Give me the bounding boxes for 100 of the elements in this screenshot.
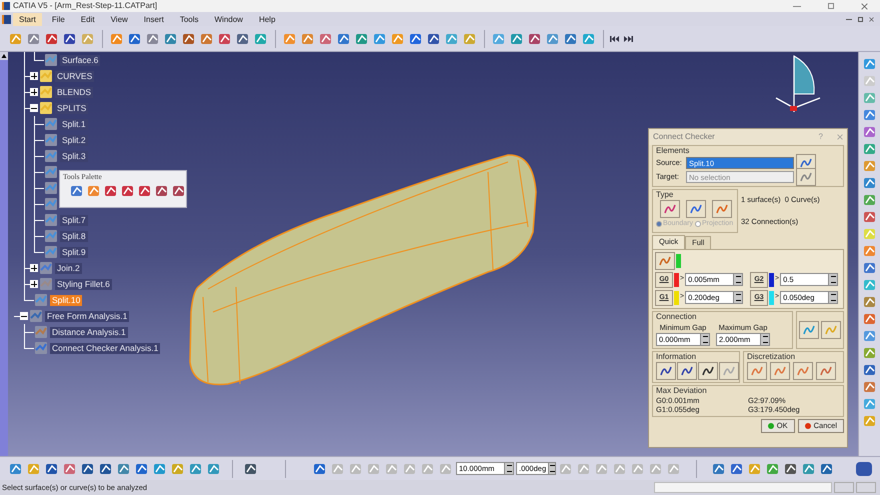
menu-item[interactable]: Tools	[174, 12, 204, 26]
tool-icon[interactable]	[862, 124, 878, 140]
tree-item[interactable]: Split.9	[60, 246, 88, 258]
tool-icon[interactable]	[103, 183, 119, 199]
expand-toggle[interactable]	[30, 264, 38, 272]
tool-icon[interactable]	[862, 311, 878, 327]
tree-item[interactable]: SPLITS	[55, 102, 88, 114]
feature-icon	[44, 117, 58, 131]
tree-item[interactable]: Split.2	[60, 134, 88, 146]
document-icon	[2, 14, 11, 24]
tool-icon[interactable]	[69, 183, 85, 199]
menu-item[interactable]: Start	[13, 12, 42, 26]
tree-item[interactable]: Split.3	[60, 150, 88, 162]
tool-icon[interactable]	[154, 183, 170, 199]
menu-item[interactable]: Edit	[74, 12, 101, 26]
feature-icon	[44, 149, 58, 163]
feature-icon	[44, 133, 58, 147]
minimize-icon[interactable]	[846, 18, 852, 20]
spin-icon[interactable]	[504, 463, 513, 474]
expand-toggle[interactable]	[30, 104, 38, 112]
curve-icon	[797, 364, 809, 377]
spin-icon[interactable]	[828, 292, 838, 303]
curve-icon	[774, 364, 786, 377]
folder-icon	[39, 101, 53, 115]
tree-item[interactable]: BLENDS	[55, 86, 94, 98]
tool-icon[interactable]	[171, 183, 187, 199]
menu-item[interactable]: File	[46, 12, 71, 26]
first-step-icon[interactable]	[610, 36, 619, 42]
tree-item[interactable]: Free Form Analysis.1	[45, 310, 130, 322]
menu-item[interactable]: Window	[208, 12, 249, 26]
overlap-button[interactable]	[655, 252, 675, 270]
dialog-title: Connect Checker	[653, 131, 716, 143]
tree-item[interactable]: Join.2	[55, 262, 82, 274]
tree-item[interactable]: CURVES	[55, 70, 94, 82]
folder-icon	[39, 85, 53, 99]
feature-icon	[39, 277, 53, 291]
tree-item[interactable]: Split.7	[60, 214, 88, 226]
tree-item[interactable]: Connect Checker Analysis.1	[50, 342, 160, 354]
curve-icon	[751, 364, 763, 377]
menu-item[interactable]: View	[104, 12, 134, 26]
menu-item[interactable]: Insert	[138, 12, 170, 26]
menu-item[interactable]: Help	[252, 12, 282, 26]
tool-icon[interactable]	[862, 175, 878, 191]
brand-logo-icon	[856, 462, 872, 476]
3d-viewport[interactable]	[0, 52, 858, 456]
spin-icon[interactable]	[760, 334, 769, 345]
spin-icon[interactable]	[828, 274, 838, 285]
tool-icon[interactable]	[862, 107, 878, 123]
feature-icon	[44, 229, 58, 243]
feature-icon	[39, 261, 53, 275]
tool-button[interactable]	[698, 362, 718, 380]
restore-icon[interactable]	[858, 16, 863, 22]
select-button[interactable]	[796, 168, 816, 186]
spin-icon[interactable]	[700, 334, 709, 345]
tree-item[interactable]: Styling Fillet.6	[55, 278, 112, 290]
tool-icon[interactable]	[862, 209, 878, 225]
group-title: Elements	[656, 146, 690, 156]
group-title: Max Deviation	[656, 386, 708, 396]
curve-icon	[659, 254, 671, 266]
restore-icon[interactable]	[828, 3, 834, 9]
group-title: Type	[656, 190, 674, 200]
tree-item[interactable]: Split.1	[60, 118, 88, 130]
command-field[interactable]	[654, 482, 832, 493]
feature-icon	[44, 53, 58, 67]
tool-button[interactable]	[677, 362, 697, 380]
feature-icon	[34, 325, 48, 339]
feature-icon	[44, 213, 58, 227]
scroll-up-icon[interactable]	[0, 52, 8, 60]
curve-icon	[664, 203, 676, 215]
close-icon[interactable]	[869, 16, 874, 22]
app-logo-icon	[2, 2, 10, 10]
curve-icon	[800, 157, 812, 169]
tool-icon[interactable]	[137, 183, 153, 199]
tree-item[interactable]: Split.8	[60, 230, 88, 242]
feature-icon	[34, 293, 48, 307]
spin-icon[interactable]	[733, 292, 742, 303]
expand-toggle[interactable]	[30, 72, 38, 80]
tree-item[interactable]: Distance Analysis.1	[50, 326, 128, 338]
group-title: Connection	[656, 312, 698, 322]
expand-toggle[interactable]	[20, 312, 28, 320]
close-icon[interactable]	[861, 2, 868, 10]
tool-icon[interactable]	[862, 260, 878, 276]
last-step-icon[interactable]	[624, 36, 633, 42]
spin-icon[interactable]	[548, 463, 555, 474]
feature-icon	[34, 341, 48, 355]
scroll-bar[interactable]	[0, 52, 8, 456]
spin-icon[interactable]	[733, 274, 742, 285]
curve-icon	[690, 203, 702, 215]
expand-toggle[interactable]	[30, 280, 38, 288]
curve-icon	[825, 324, 837, 336]
close-icon[interactable]	[837, 134, 843, 140]
feature-icon	[29, 309, 43, 323]
tree-item[interactable]: Surface.6	[60, 54, 100, 66]
tool-button[interactable]	[656, 362, 676, 380]
expand-toggle[interactable]	[30, 88, 38, 96]
tool-icon[interactable]	[862, 362, 878, 378]
feature-icon	[44, 165, 58, 179]
feature-icon	[44, 181, 58, 195]
tool-icon[interactable]	[120, 183, 136, 199]
curve-icon	[803, 324, 815, 336]
